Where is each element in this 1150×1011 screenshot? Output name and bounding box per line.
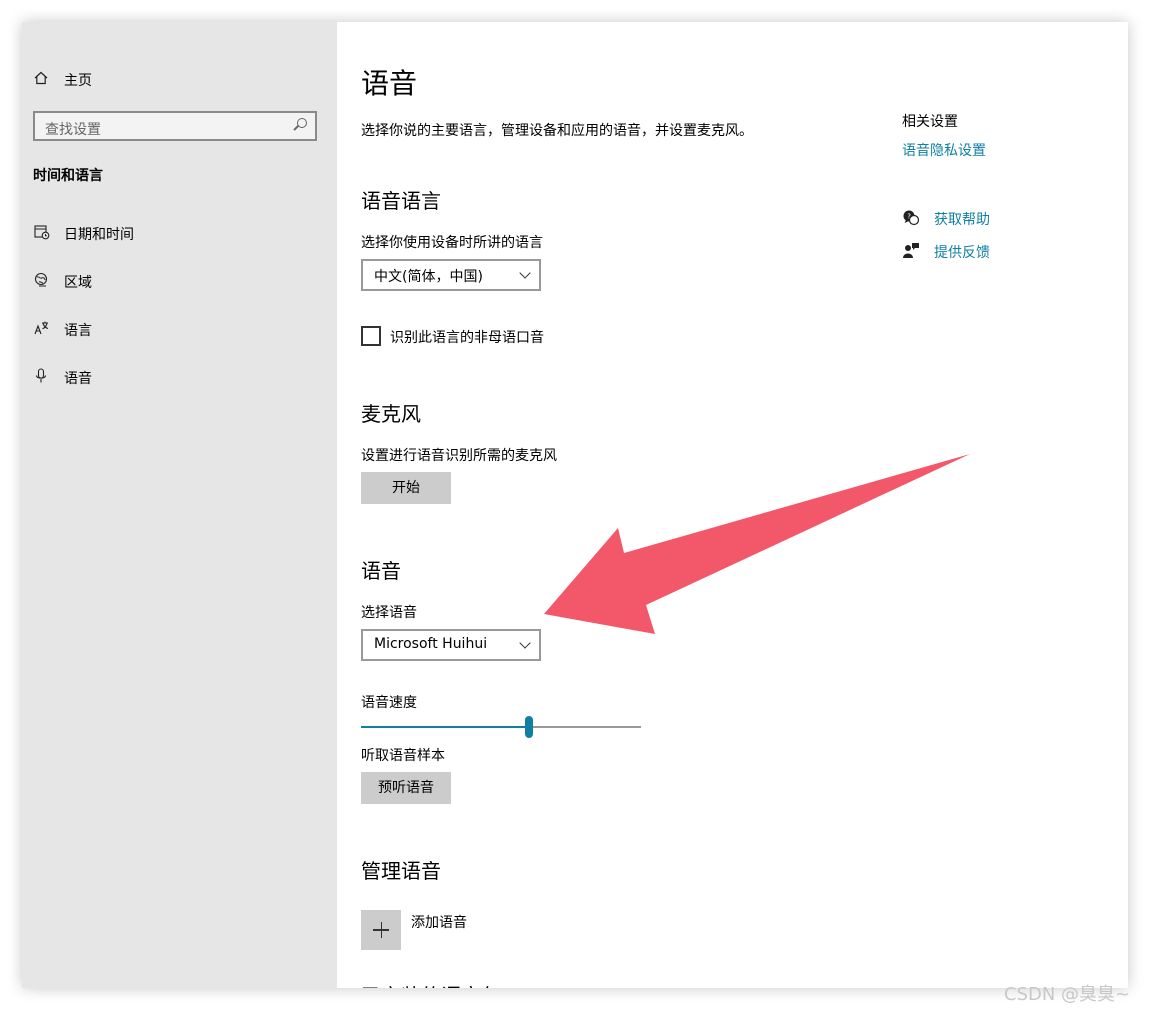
annotation-arrow [544,454,970,634]
settings-window: ← 设置 主页 查找设置 时间和语言 日期和时间 区域 [22,22,1128,988]
watermark: CSDN @臭臭~ [1004,984,1131,1005]
